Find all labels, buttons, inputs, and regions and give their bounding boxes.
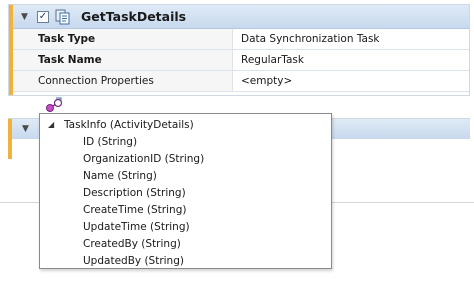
data-link-icon[interactable]: [44, 96, 64, 114]
property-value[interactable]: Data Synchronization Task: [233, 29, 469, 49]
property-label: Connection Properties: [13, 71, 233, 91]
step-header[interactable]: ▼ ✓ GetTaskDetails: [13, 5, 469, 29]
tree-node-label: TaskInfo (ActivityDetails): [64, 118, 194, 131]
tree-field-item[interactable]: Name (String): [40, 167, 331, 184]
property-row-task-name[interactable]: Task Name RegularTask: [13, 50, 469, 71]
property-value[interactable]: RegularTask: [233, 50, 469, 70]
task-step-card: ▼ ✓ GetTaskDetails Task Type Data Synchr…: [8, 4, 470, 96]
task-step-icon: [55, 9, 71, 25]
property-label: Task Name: [13, 50, 233, 70]
collapse-arrow-icon[interactable]: ▼: [21, 12, 35, 22]
tree-expand-icon[interactable]: ◢: [48, 120, 60, 129]
tree-field-item[interactable]: Description (String): [40, 184, 331, 201]
field-picker-dropdown[interactable]: ◢ TaskInfo (ActivityDetails) ID (String)…: [39, 113, 332, 269]
property-label: Task Type: [13, 29, 233, 49]
step-enabled-checkbox[interactable]: ✓: [37, 10, 49, 23]
properties-grid: Task Type Data Synchronization Task Task…: [13, 29, 469, 92]
property-row-connection-properties[interactable]: Connection Properties <empty>: [13, 71, 469, 92]
tree-field-item[interactable]: OrganizationID (String): [40, 150, 331, 167]
collapse-arrow-icon[interactable]: ▼: [22, 124, 29, 134]
tree-node-taskinfo[interactable]: ◢ TaskInfo (ActivityDetails): [40, 116, 331, 133]
step-title: GetTaskDetails: [81, 9, 187, 24]
tree-field-item[interactable]: CreatedBy (String): [40, 235, 331, 252]
tree-field-item[interactable]: ID (String): [40, 133, 331, 150]
property-row-task-type[interactable]: Task Type Data Synchronization Task: [13, 29, 469, 50]
tree-field-item[interactable]: CreateTime (String): [40, 201, 331, 218]
tree-field-item[interactable]: UpdateTime (String): [40, 218, 331, 235]
tree-field-item[interactable]: UpdatedBy (String): [40, 252, 331, 269]
property-value[interactable]: <empty>: [233, 71, 469, 91]
